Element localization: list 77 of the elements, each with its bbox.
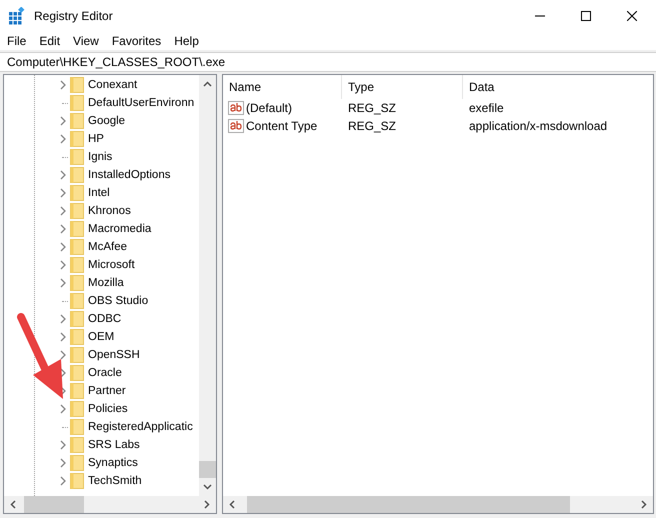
scroll-right-icon[interactable] <box>641 500 647 509</box>
tree-item[interactable]: Intel <box>88 187 110 199</box>
folder-icon <box>70 437 84 453</box>
table-cell: (Default) <box>246 101 292 115</box>
scroll-down-icon[interactable] <box>203 484 212 490</box>
tree-item[interactable]: OpenSSH <box>88 349 140 361</box>
close-icon[interactable] <box>627 11 637 21</box>
scroll-left-icon[interactable] <box>229 500 235 509</box>
tree-item[interactable]: InstalledOptions <box>88 169 170 181</box>
tree-item[interactable]: RegisteredApplicatic <box>88 421 193 433</box>
window-title: Registry Editor <box>34 9 113 23</box>
folder-icon <box>70 203 84 219</box>
folder-icon <box>70 455 84 471</box>
tree-item[interactable]: DefaultUserEnvironn <box>88 97 194 109</box>
folder-icon <box>70 275 84 291</box>
folder-icon <box>70 311 84 327</box>
folder-icon <box>70 167 84 183</box>
table-cell-text: REG_SZ <box>347 101 398 115</box>
tree-item[interactable]: Policies <box>88 403 128 415</box>
folder-icon <box>70 347 84 363</box>
folder-icon <box>70 473 84 489</box>
maximize-icon[interactable] <box>581 11 591 21</box>
menu-item[interactable]: View <box>73 34 99 48</box>
string-value-icon <box>228 101 244 115</box>
tree-item[interactable]: ODBC <box>88 313 122 325</box>
string-value-icon <box>228 119 244 133</box>
table-cell-text: application/x-msdownload <box>468 119 608 133</box>
menu-item[interactable]: Help <box>174 34 199 48</box>
scroll-left-icon[interactable] <box>10 500 16 509</box>
folder-icon <box>70 239 84 255</box>
table-cell: Content Type <box>246 119 318 133</box>
folder-icon <box>70 401 84 417</box>
folder-icon <box>70 131 84 147</box>
registry-icon <box>8 7 26 25</box>
scroll-up-icon[interactable] <box>203 81 212 87</box>
scroll-thumb[interactable] <box>199 461 216 478</box>
tree-item[interactable]: Oracle <box>88 367 122 379</box>
menu-item[interactable]: File <box>7 34 26 48</box>
tree-item[interactable]: HP <box>88 133 104 145</box>
tree-item[interactable]: Microsoft <box>88 259 135 271</box>
tree-item[interactable]: Synaptics <box>88 457 138 469</box>
tree-item[interactable]: OBS Studio <box>88 295 148 307</box>
tree-item[interactable]: Ignis <box>88 151 112 163</box>
tree-item[interactable]: Mozilla <box>88 277 124 289</box>
chevron-icon[interactable] <box>60 80 66 90</box>
folder-icon <box>70 293 84 309</box>
folder-icon <box>70 95 84 111</box>
folder-icon <box>70 419 84 435</box>
tree-item[interactable]: Macromedia <box>88 223 152 235</box>
table-cell-text: REG_SZ <box>347 119 398 133</box>
folder-icon <box>70 221 84 237</box>
tree-item[interactable]: OEM <box>88 331 114 343</box>
tree-item[interactable]: McAfee <box>88 241 127 253</box>
folder-icon <box>70 113 84 129</box>
tree-item[interactable]: SRS Labs <box>88 439 140 451</box>
column-header[interactable]: Data <box>463 75 494 99</box>
address-field[interactable]: Computer\HKEY_CLASSES_ROOT\.exe <box>0 52 656 72</box>
folder-icon <box>70 329 84 345</box>
column-header[interactable]: Name <box>223 75 342 99</box>
tree-item[interactable]: Partner <box>88 385 126 397</box>
column-header[interactable]: Type <box>342 75 463 99</box>
folder-icon <box>70 257 84 273</box>
folder-icon <box>70 365 84 381</box>
folder-icon <box>70 185 84 201</box>
tree-item[interactable]: Google <box>88 115 126 127</box>
folder-icon <box>70 149 84 165</box>
folder-icon <box>70 383 84 399</box>
tree-item[interactable]: Khronos <box>88 205 131 217</box>
scroll-thumb[interactable] <box>24 496 84 513</box>
menu-item[interactable]: Edit <box>39 34 60 48</box>
tree-item[interactable]: TechSmith <box>88 475 142 487</box>
scroll-thumb[interactable] <box>247 496 570 513</box>
scroll-right-icon[interactable] <box>204 500 210 509</box>
menu-item[interactable]: Favorites <box>112 34 162 48</box>
folder-icon <box>70 77 84 93</box>
table-cell-text: exefile <box>468 101 504 115</box>
tree-item[interactable]: Conexant <box>88 79 138 91</box>
